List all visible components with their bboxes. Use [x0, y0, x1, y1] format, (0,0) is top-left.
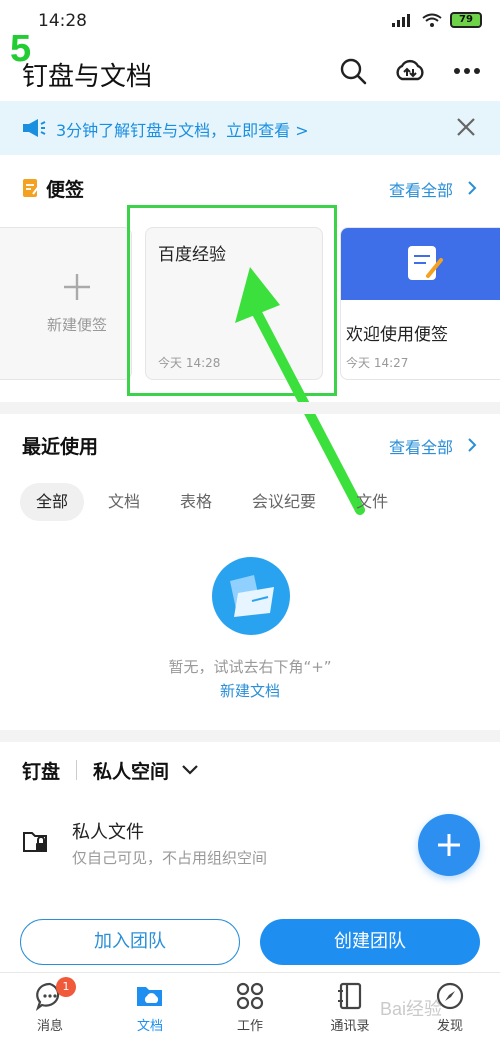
- new-note-card[interactable]: 新建便签: [0, 227, 132, 380]
- tab-sheets[interactable]: 表格: [164, 483, 228, 521]
- tab-label: 文档: [136, 1019, 163, 1034]
- tab-label: 工作: [236, 1019, 263, 1034]
- folder-cloud-icon: [137, 987, 162, 1006]
- plus-icon: [438, 834, 460, 856]
- tab-label: 消息: [36, 1019, 63, 1034]
- megaphone-icon: [23, 119, 46, 137]
- page-title: 钉盘与文档: [22, 62, 153, 92]
- annotation-arrow-icon: [235, 267, 365, 515]
- tab-documents[interactable]: 文档: [92, 483, 156, 521]
- watermark: Bai经验: [380, 999, 443, 1019]
- drive-header: 钉盘 私人空间: [22, 755, 199, 785]
- wifi-icon: [422, 13, 442, 27]
- intro-banner[interactable]: 3分钟了解钉盘与文档，立即查看 >: [0, 101, 500, 155]
- recent-view-all-link[interactable]: 查看全部: [389, 434, 453, 458]
- more-button[interactable]: [450, 54, 484, 88]
- grid-apps-icon: [236, 982, 264, 1010]
- more-icon: [454, 68, 480, 74]
- status-time: 14:28: [38, 11, 87, 31]
- search-button[interactable]: [336, 54, 370, 88]
- new-note-label: 新建便签: [47, 316, 108, 334]
- chevron-right-icon: [468, 438, 477, 452]
- notepad-icon: [408, 246, 443, 280]
- recent-filter-tabs: 全部 文档 表格 会议纪要 文件: [20, 483, 404, 521]
- tab-messages[interactable]: 1 消息: [0, 973, 100, 1039]
- notes-view-all-link[interactable]: 查看全部: [389, 177, 453, 201]
- tab-meeting-notes[interactable]: 会议纪要: [236, 483, 332, 521]
- add-fab-button[interactable]: [418, 814, 480, 876]
- plus-icon: [64, 274, 90, 300]
- empty-state-text: 暂无，试试去右下角“+”: [168, 658, 332, 676]
- empty-folder-icon: [230, 575, 274, 617]
- drive-label: 钉盘: [22, 760, 61, 783]
- notes-title: 便签: [46, 179, 85, 201]
- unread-badge: 1: [56, 977, 76, 997]
- status-icons: 79: [392, 12, 482, 28]
- chevron-down-icon[interactable]: [181, 764, 199, 776]
- private-files-desc: 仅自己可见，不占用组织空间: [72, 849, 268, 867]
- create-team-button[interactable]: 创建团队: [260, 919, 480, 965]
- space-selector[interactable]: 私人空间: [93, 757, 169, 784]
- battery-icon: 79: [450, 12, 482, 28]
- tab-files[interactable]: 文件: [340, 483, 404, 521]
- note-icon: [23, 179, 40, 197]
- close-icon[interactable]: [454, 115, 478, 139]
- notes-section-header: 便签 查看全部: [0, 174, 500, 204]
- chevron-right-icon: [468, 181, 477, 195]
- status-bar: 14:28 79: [0, 0, 500, 42]
- header-separator: [76, 760, 78, 780]
- contacts-book-icon: [338, 982, 362, 1010]
- new-document-link[interactable]: 新建文档: [0, 680, 500, 701]
- cloud-transfer-icon: [396, 59, 424, 81]
- cloud-transfer-button[interactable]: [393, 54, 427, 88]
- join-team-button[interactable]: 加入团队: [20, 919, 240, 965]
- empty-state-illustration: [212, 557, 290, 635]
- section-divider: [0, 730, 500, 742]
- tab-work[interactable]: 工作: [200, 973, 300, 1039]
- section-divider: [0, 402, 500, 414]
- tab-all[interactable]: 全部: [20, 483, 85, 521]
- recent-title: 最近使用: [22, 436, 99, 458]
- app-header: 钉盘与文档: [0, 48, 500, 98]
- signal-icon: [392, 14, 410, 27]
- private-files-title: 私人文件: [72, 822, 144, 843]
- tab-documents-nav[interactable]: 文档: [100, 973, 200, 1039]
- search-icon: [340, 58, 367, 85]
- banner-text[interactable]: 3分钟了解钉盘与文档，立即查看 >: [56, 117, 309, 141]
- recent-section-header: 最近使用 查看全部: [0, 431, 500, 461]
- locked-folder-icon: [23, 832, 47, 852]
